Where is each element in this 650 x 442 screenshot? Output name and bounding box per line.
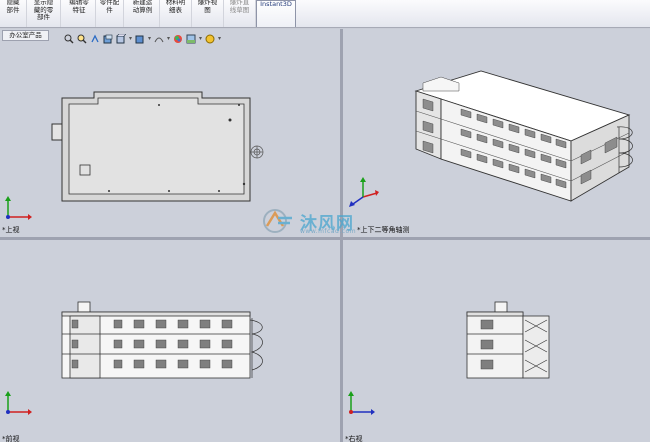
axis-triad-top	[2, 195, 32, 225]
zoom-area-icon[interactable]	[77, 34, 87, 44]
show-hidden-components-button[interactable]: 显示隐 藏的零 部件	[27, 0, 61, 27]
component-label: 零件配 件	[99, 0, 120, 14]
view-label-front: *前视	[2, 435, 20, 442]
right-view-model	[466, 301, 550, 379]
watermark-url: www.mfcad.com	[300, 228, 357, 235]
section-view-icon[interactable]	[103, 34, 113, 44]
view-label-top: *上视	[2, 226, 20, 234]
explode-line-sketch-button[interactable]: 爆炸直 线草图	[224, 0, 256, 27]
exploded-view-label: 爆炸视 图	[197, 0, 218, 14]
apply-scene-icon[interactable]	[186, 34, 196, 44]
axis-triad-right	[345, 390, 375, 420]
dropdown-arrow-icon[interactable]: ▾	[148, 34, 151, 44]
edit-feature-label: 编辑零 特征	[69, 0, 89, 14]
hide-components-label: 隐藏 部件	[6, 0, 20, 14]
edit-feature-button[interactable]: 编辑零 特征	[63, 0, 96, 27]
new-motion-study-label: 新建运 动算例	[132, 0, 153, 14]
viewport-right[interactable]: *右视	[343, 240, 650, 442]
front-view-model	[61, 301, 263, 379]
dropdown-arrow-icon[interactable]: ▾	[167, 34, 170, 44]
component-button[interactable]: 零件配 件	[96, 0, 124, 27]
axis-triad-front	[2, 390, 32, 420]
previous-view-icon[interactable]	[90, 34, 100, 44]
feature-tab-label: 办公室产品	[9, 31, 42, 39]
dropdown-arrow-icon[interactable]: ▾	[218, 34, 221, 44]
axis-triad-iso	[349, 177, 379, 207]
bill-of-materials-button[interactable]: 材料明 细表	[160, 0, 192, 27]
dropdown-arrow-icon[interactable]: ▾	[129, 34, 132, 44]
instant3d-button[interactable]: Instant3D	[256, 0, 296, 27]
hide-show-items-icon[interactable]	[154, 34, 164, 44]
show-hidden-label: 显示隐 藏的零 部件	[33, 0, 54, 21]
top-view-model	[51, 91, 264, 202]
isometric-view-model	[414, 70, 633, 202]
exploded-view-button[interactable]: 爆炸视 图	[192, 0, 224, 27]
viewport-front[interactable]: *前视	[0, 240, 340, 442]
dropdown-arrow-icon[interactable]: ▾	[199, 34, 202, 44]
heads-up-view-toolbar: ▾ ▾ ▾ ▾ ▾	[64, 32, 221, 46]
edit-appearance-icon[interactable]	[173, 34, 183, 44]
view-settings-icon[interactable]	[205, 34, 215, 44]
feature-manager-tab[interactable]: 办公室产品	[2, 30, 49, 41]
watermark-icon	[263, 209, 292, 233]
command-toolbar: 隐藏 部件 显示隐 藏的零 部件 编辑零 特征 零件配 件 新建运 动算例 材料…	[0, 0, 650, 28]
bill-of-materials-label: 材料明 细表	[165, 0, 186, 14]
explode-line-sketch-label: 爆炸直 线草图	[229, 0, 250, 14]
instant3d-label: Instant3D	[260, 0, 292, 8]
hide-components-button[interactable]: 隐藏 部件	[0, 0, 27, 27]
view-label-right: *右视	[345, 435, 363, 442]
view-orientation-icon[interactable]	[116, 34, 126, 44]
zoom-to-fit-icon[interactable]	[64, 34, 74, 44]
display-style-icon[interactable]	[135, 34, 145, 44]
new-motion-study-button[interactable]: 新建运 动算例	[126, 0, 160, 27]
